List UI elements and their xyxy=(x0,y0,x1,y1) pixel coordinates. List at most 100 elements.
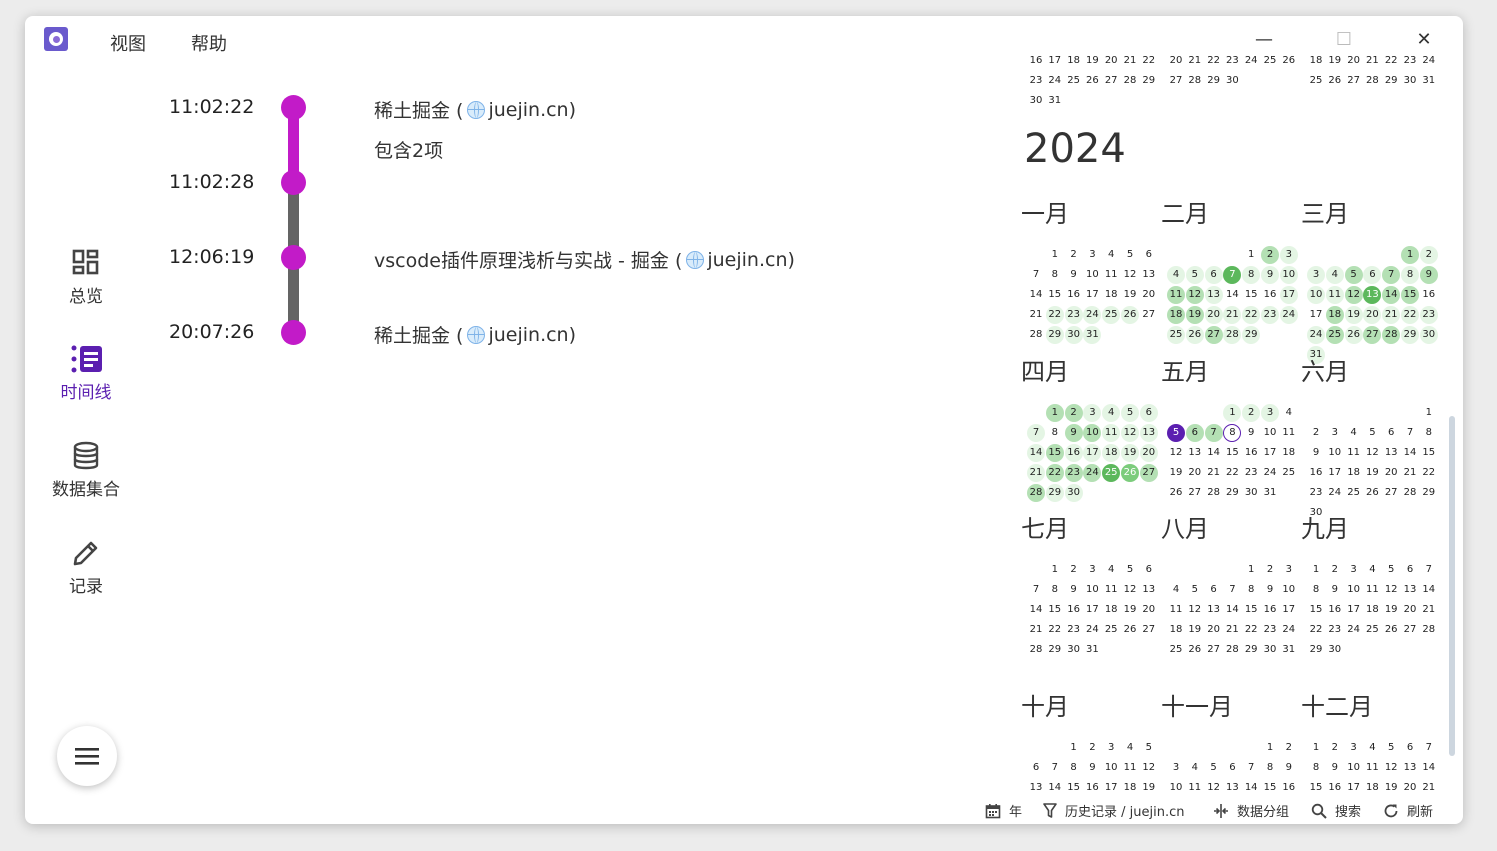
calendar-day[interactable]: 7 xyxy=(1027,581,1045,599)
calendar-day[interactable]: 28 xyxy=(1382,326,1401,344)
menu-fab-button[interactable] xyxy=(57,726,117,786)
calendar-day[interactable]: 19 xyxy=(1140,779,1158,792)
calendar-day[interactable]: 23 xyxy=(1326,621,1344,639)
calendar-day[interactable]: 9 xyxy=(1261,581,1279,599)
calendar-day[interactable]: 29 xyxy=(1045,326,1064,344)
calendar-day[interactable]: 9 xyxy=(1065,581,1083,599)
calendar-day[interactable]: 7 xyxy=(1420,561,1438,579)
calendar-day[interactable]: 28 xyxy=(1223,641,1241,659)
calendar-day[interactable]: 24 xyxy=(1307,326,1325,344)
calendar-day[interactable]: 4 xyxy=(1102,561,1120,579)
calendar-day[interactable]: 18 xyxy=(1345,464,1363,482)
calendar-day[interactable]: 10 xyxy=(1345,581,1363,599)
calendar-day[interactable]: 11 xyxy=(1186,779,1204,792)
calendar-day[interactable]: 30 xyxy=(1064,326,1083,344)
calendar-day[interactable]: 8 xyxy=(1046,424,1064,442)
calendar-day[interactable]: 30 xyxy=(1419,326,1438,344)
calendar-day[interactable]: 10 xyxy=(1083,581,1101,599)
calendar-day[interactable]: 5 xyxy=(1344,266,1363,284)
calendar-day[interactable]: 25 xyxy=(1325,326,1344,344)
calendar-day[interactable]: 12 xyxy=(1121,424,1139,442)
calendar-day[interactable]: 14 xyxy=(1027,286,1045,304)
entry-group-count[interactable]: 包含2项 xyxy=(374,136,443,163)
calendar-day[interactable]: 28 xyxy=(1223,326,1242,344)
calendar-day[interactable]: 12 xyxy=(1363,444,1381,462)
calendar-day[interactable]: 8 xyxy=(1242,266,1261,284)
calendar-day[interactable]: 29 xyxy=(1307,641,1325,659)
calendar-day[interactable]: 17 xyxy=(1083,601,1101,619)
calendar-day[interactable]: 9 xyxy=(1242,424,1260,442)
calendar-day[interactable]: 30 xyxy=(1027,92,1045,110)
calendar-day[interactable]: 16 xyxy=(1065,601,1083,619)
calendar-day[interactable]: 6 xyxy=(1363,266,1382,284)
calendar-day[interactable]: 25 xyxy=(1345,484,1363,502)
calendar-day[interactable]: 21 xyxy=(1027,464,1045,482)
calendar-day[interactable]: 7 xyxy=(1223,266,1242,284)
calendar-day[interactable]: 22 xyxy=(1382,52,1400,70)
calendar-day[interactable]: 7 xyxy=(1046,759,1064,777)
nav-datasets[interactable]: 数据集合 xyxy=(45,441,127,500)
calendar-day[interactable]: 30 xyxy=(1223,72,1241,90)
calendar-day[interactable]: 13 xyxy=(1401,581,1419,599)
calendar-day[interactable]: 2 xyxy=(1261,561,1279,579)
status-year-button[interactable]: 年 xyxy=(985,801,1022,820)
calendar-day[interactable]: 12 xyxy=(1140,759,1158,777)
calendar-day[interactable]: 16 xyxy=(1326,779,1344,792)
calendar-day[interactable]: 18 xyxy=(1167,306,1185,324)
calendar-day[interactable]: 13 xyxy=(1223,779,1241,792)
calendar-day[interactable]: 17 xyxy=(1279,286,1298,304)
calendar-day[interactable]: 10 xyxy=(1279,266,1298,284)
calendar-day[interactable]: 9 xyxy=(1326,759,1344,777)
calendar-day[interactable]: 7 xyxy=(1223,581,1241,599)
calendar-day[interactable]: 13 xyxy=(1139,424,1158,442)
calendar-day[interactable]: 5 xyxy=(1121,246,1139,264)
calendar-day[interactable]: 27 xyxy=(1204,326,1223,344)
calendar-day[interactable]: 7 xyxy=(1204,424,1223,442)
calendar-day[interactable]: 4 xyxy=(1345,424,1363,442)
calendar-day[interactable]: 7 xyxy=(1420,739,1438,757)
calendar-day[interactable]: 6 xyxy=(1139,404,1158,422)
calendar-day[interactable]: 28 xyxy=(1205,484,1223,502)
calendar-day[interactable]: 17 xyxy=(1102,779,1120,792)
calendar-day[interactable]: 28 xyxy=(1027,641,1045,659)
timeline-entry[interactable]: 稀土掘金 ( juejin.cn) xyxy=(374,321,576,348)
calendar-day[interactable]: 20 xyxy=(1139,444,1158,462)
calendar-day[interactable]: 29 xyxy=(1242,326,1261,344)
calendar-day[interactable]: 12 xyxy=(1382,759,1400,777)
calendar-day[interactable]: 20 xyxy=(1167,52,1185,70)
calendar-day[interactable]: 21 xyxy=(1223,306,1242,324)
calendar-day[interactable]: 3 xyxy=(1102,739,1120,757)
calendar-day[interactable]: 2 xyxy=(1326,739,1344,757)
calendar-day[interactable]: 27 xyxy=(1186,484,1204,502)
calendar-day[interactable]: 11 xyxy=(1167,286,1185,304)
calendar-day[interactable]: 27 xyxy=(1139,464,1158,482)
calendar-day[interactable]: 7 xyxy=(1382,266,1401,284)
calendar-day[interactable]: 10 xyxy=(1280,581,1298,599)
calendar-day[interactable]: 31 xyxy=(1083,641,1101,659)
calendar-day[interactable]: 11 xyxy=(1363,759,1381,777)
calendar-day[interactable]: 27 xyxy=(1167,72,1185,90)
calendar-day[interactable]: 24 xyxy=(1261,464,1279,482)
calendar-day[interactable]: 22 xyxy=(1045,464,1064,482)
calendar-day[interactable]: 8 xyxy=(1420,424,1438,442)
calendar-day[interactable]: 2 xyxy=(1242,404,1261,422)
calendar-day[interactable]: 7 xyxy=(1027,424,1045,442)
calendar-day[interactable]: 12 xyxy=(1121,266,1139,284)
calendar-day[interactable]: 5 xyxy=(1382,561,1400,579)
calendar-day[interactable]: 17 xyxy=(1345,601,1363,619)
calendar-day[interactable]: 19 xyxy=(1121,601,1139,619)
calendar-day[interactable]: 20 xyxy=(1382,464,1400,482)
calendar-day[interactable]: 1 xyxy=(1401,246,1419,264)
calendar-day[interactable]: 18 xyxy=(1102,601,1120,619)
calendar-day[interactable]: 1 xyxy=(1223,404,1242,422)
nav-timeline[interactable]: 时间线 xyxy=(45,344,127,403)
calendar-day[interactable]: 1 xyxy=(1261,739,1279,757)
calendar-day[interactable]: 2 xyxy=(1083,739,1101,757)
calendar-day[interactable]: 20 xyxy=(1140,286,1158,304)
calendar-day[interactable]: 9 xyxy=(1419,266,1438,284)
calendar-day[interactable]: 15 xyxy=(1401,286,1419,304)
calendar-day[interactable]: 25 xyxy=(1280,464,1298,482)
calendar-day[interactable]: 21 xyxy=(1121,52,1139,70)
calendar-day[interactable]: 28 xyxy=(1363,72,1381,90)
calendar-day[interactable]: 12 xyxy=(1205,779,1223,792)
